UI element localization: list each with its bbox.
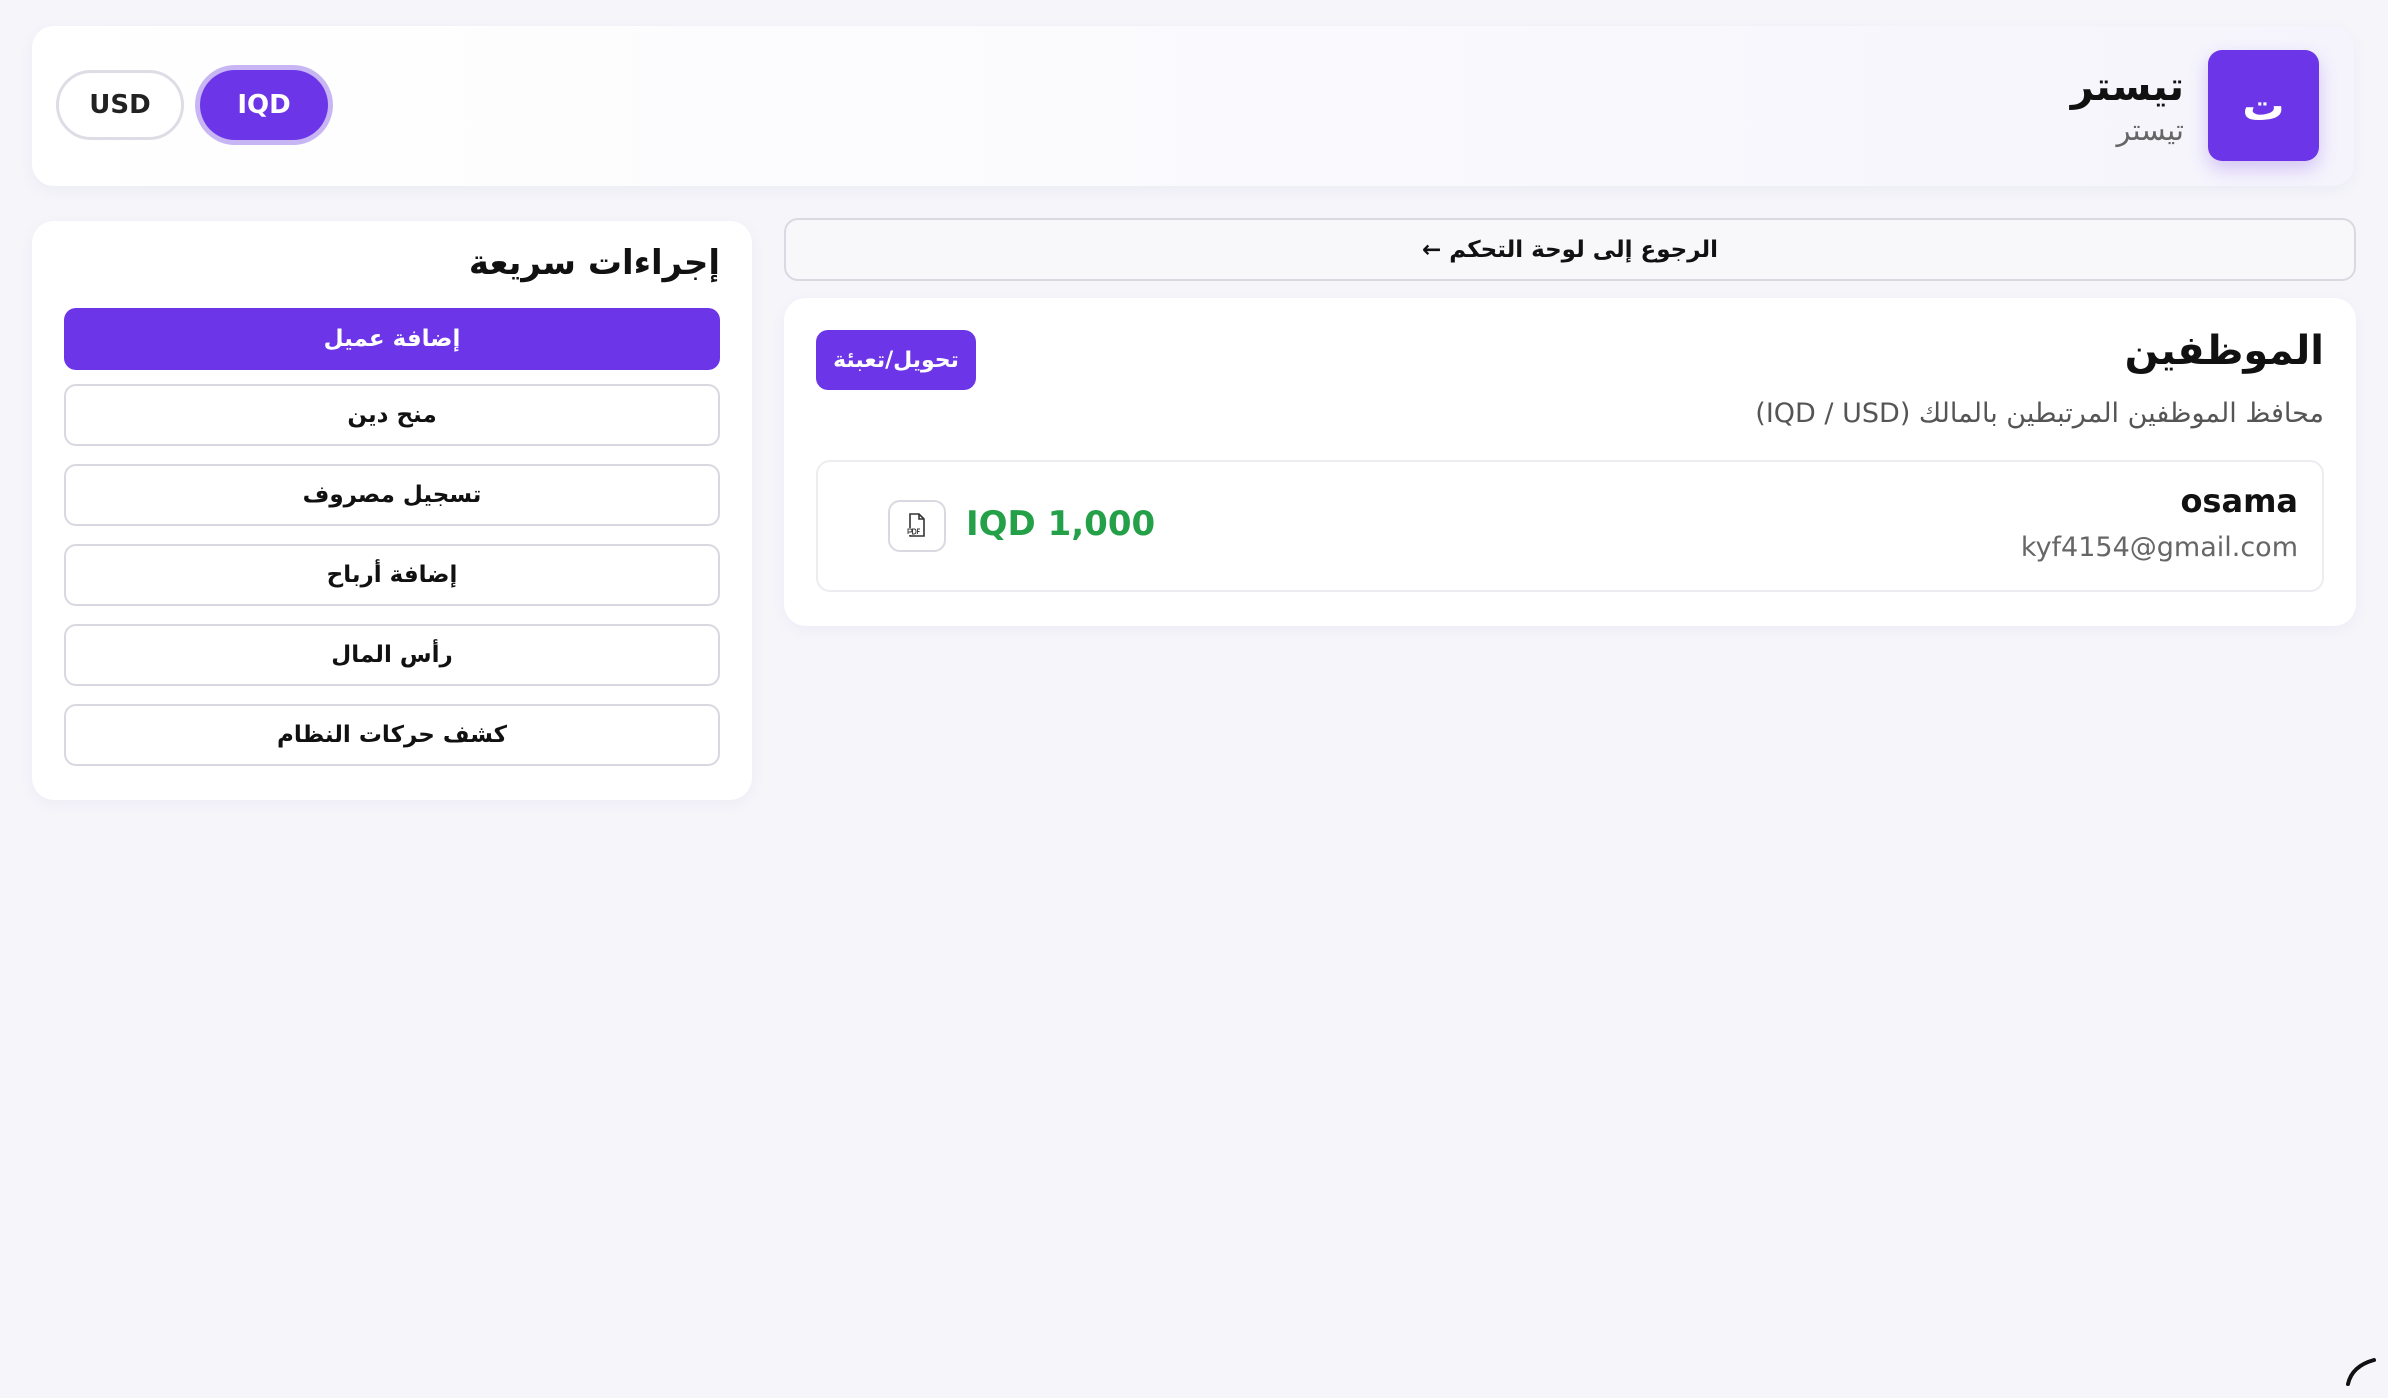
page-title: الموظفين	[2124, 328, 2324, 374]
logo-letter: ت	[2242, 81, 2285, 130]
employee-name: osama	[2180, 482, 2298, 520]
quick-actions-title: إجراءات سريعة	[468, 243, 720, 283]
export-pdf-button[interactable]	[888, 500, 946, 552]
spinner-icon	[2346, 1358, 2376, 1386]
top-header: ت تيستر تيستر IQD USD	[32, 26, 2354, 186]
brand-title: تيستر	[2070, 64, 2184, 110]
record-expense-button[interactable]: تسجيل مصروف	[64, 464, 720, 526]
staff-panel: الموظفين محافظ الموظفين المرتبطين بالمال…	[784, 298, 2356, 626]
brand-subtitle: تيستر	[2116, 113, 2184, 147]
employee-balance: IQD 1,000	[966, 504, 1156, 544]
add-client-button[interactable]: إضافة عميل	[64, 308, 720, 370]
capital-button[interactable]: رأس المال	[64, 624, 720, 686]
currency-usd-button[interactable]: USD	[56, 70, 184, 140]
back-to-dashboard-button[interactable]: الرجوع إلى لوحة التحكم ←	[784, 218, 2356, 281]
app-logo: ت	[2208, 50, 2319, 161]
employee-card[interactable]: osama kyf4154@gmail.com IQD 1,000	[816, 460, 2324, 592]
quick-actions-panel: إجراءات سريعة إضافة عميل منح دين تسجيل م…	[32, 221, 752, 800]
currency-iqd-button[interactable]: IQD	[200, 70, 328, 140]
grant-debt-button[interactable]: منح دين	[64, 384, 720, 446]
employee-email: kyf4154@gmail.com	[2020, 532, 2298, 563]
page-subtitle: محافظ الموظفين المرتبطين بالمالك (IQD / …	[1755, 398, 2324, 429]
system-transactions-button[interactable]: كشف حركات النظام	[64, 704, 720, 766]
transfer-topup-button[interactable]: تحويل/تعبئة	[816, 330, 976, 390]
add-profits-button[interactable]: إضافة أرباح	[64, 544, 720, 606]
pdf-file-icon	[907, 513, 925, 537]
brand: تيستر تيستر	[2071, 62, 2184, 148]
